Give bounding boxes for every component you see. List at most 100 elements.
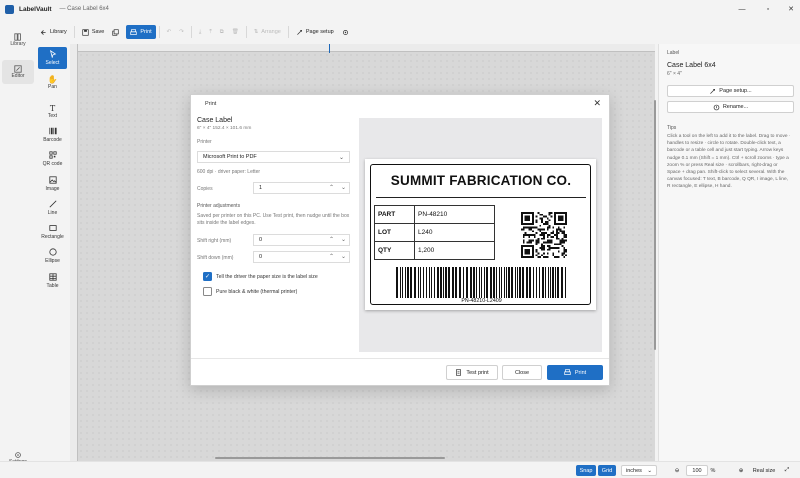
print-button[interactable]: Print (126, 25, 156, 39)
adjustments-header: Printer adjustments (197, 203, 241, 209)
grid-toggle[interactable]: Grid (598, 465, 616, 476)
redo-button[interactable]: ↷ (175, 25, 188, 39)
align-bottom-button[interactable]: ⤓ (195, 25, 205, 39)
table-cell-key: PART (374, 205, 415, 224)
align-top-button[interactable]: ⤒ (205, 25, 215, 39)
tool-ellipse[interactable]: Ellipse (38, 245, 67, 267)
cursor-icon (49, 50, 56, 58)
chevron-down-icon: ⌄ (340, 237, 346, 243)
zoom-input[interactable]: 100 (686, 465, 708, 476)
maximize-button[interactable]: ▫ (756, 0, 780, 18)
tool-qr[interactable]: QR code (38, 148, 67, 170)
shift-right-value: 0 (259, 237, 263, 243)
tool-image[interactable]: Image (38, 173, 67, 195)
tool-pan[interactable]: ✋ Pan (38, 71, 67, 93)
library-icon (14, 33, 21, 41)
shift-down-stepper[interactable]: ⌃ ⌄ (329, 253, 346, 260)
tool-table[interactable]: Table (38, 270, 67, 292)
bw-label: Pure black & white (thermal printer) (216, 289, 298, 295)
duplicate-icon: ⧉ (219, 28, 224, 35)
tool-barcode[interactable]: Barcode (38, 124, 67, 146)
tool-rectangle[interactable]: Rectangle (38, 221, 67, 243)
label-rule (376, 197, 586, 198)
chevron-down-icon: ⌄ (340, 185, 346, 191)
tool-rectangle-label: Rectangle (41, 234, 64, 240)
panel-label-size: 6" × 4" (667, 71, 682, 77)
tool-text-label: Text (47, 112, 58, 119)
table-cell-value: 1,200 (414, 241, 495, 260)
tool-palette: Select ✋ Pan T Text Barcode QR code Imag… (36, 44, 69, 478)
units-select[interactable]: inches ⌄ (621, 465, 657, 476)
driver-size-label: Tell the driver the paper size is the la… (216, 274, 318, 280)
panel-page-setup-button[interactable]: Page setup... (667, 85, 794, 97)
arrange-icon: ⇅ (253, 29, 259, 35)
bw-checkbox[interactable] (203, 287, 212, 296)
dialog-close-button[interactable]: Close (502, 365, 542, 380)
tool-select-label: Select (45, 60, 60, 66)
save-button[interactable]: Save (78, 25, 109, 39)
real-size-button[interactable]: Real size (752, 465, 776, 476)
app-name: LabelVault (19, 5, 52, 13)
table-cell-key: QTY (374, 241, 415, 260)
test-print-label: Test print (466, 369, 489, 376)
rename-icon (713, 104, 720, 110)
tool-text[interactable]: T Text (38, 100, 67, 122)
test-print-button[interactable]: Test print (446, 365, 498, 380)
copy-button[interactable] (108, 25, 126, 39)
dialog-close-label: Close (514, 369, 530, 376)
text-icon: T (49, 103, 56, 113)
delete-button[interactable]: 🗑 (228, 25, 243, 39)
chevron-down-icon: ⌄ (340, 254, 346, 260)
shift-right-stepper[interactable]: ⌃ ⌄ (329, 236, 346, 243)
line-icon (49, 200, 56, 208)
arrange-button[interactable]: ⇅ Arrange (250, 25, 285, 39)
ellipse-icon (48, 248, 57, 256)
tool-select[interactable]: Select (38, 47, 67, 69)
chevron-up-icon: ⌃ (328, 254, 334, 260)
library-button[interactable]: Library (36, 25, 71, 39)
minimize-button[interactable]: — (730, 0, 754, 18)
dialog-close-icon[interactable]: ✕ (593, 98, 601, 109)
dialog-label-dims: 6" × 4" 152.4 × 101.6 mm (197, 126, 252, 131)
settings-toolbar-button[interactable] (338, 25, 356, 39)
shift-down-value: 0 (259, 254, 263, 260)
close-window-button[interactable]: ✕ (779, 0, 800, 18)
shift-right-input[interactable]: 0 ⌃ ⌄ (253, 234, 350, 246)
panel-section-label: Label (667, 50, 680, 56)
zoom-value: 100 (692, 467, 702, 474)
chevron-down-icon: ⌄ (647, 467, 652, 474)
rail-editor[interactable]: Editor (2, 60, 34, 84)
page-setup-button[interactable]: Page setup (292, 25, 338, 39)
dialog-print-button[interactable]: Print (547, 365, 603, 380)
print-label: Print (140, 29, 152, 35)
copies-input[interactable]: 1 ⌃ ⌄ (253, 182, 350, 194)
zoom-in-button[interactable]: ⊕ (736, 465, 746, 476)
tool-ellipse-label: Ellipse (45, 258, 60, 264)
shift-down-label: Shift down (mm) (197, 255, 234, 261)
align-bottom-icon: ⤓ (198, 28, 202, 35)
snap-toggle[interactable]: Snap (576, 465, 596, 476)
dialog-divider (191, 358, 609, 359)
barcode-icon (48, 127, 57, 135)
driver-size-checkbox[interactable]: ✓ (203, 272, 212, 281)
fit-button[interactable]: ⤢ (782, 465, 792, 476)
panel-rename-button[interactable]: Rename... (667, 101, 794, 113)
rail-library[interactable]: Library (2, 28, 34, 52)
label-preview: SUMMIT FABRICATION CO. PART PN-48210 LOT… (365, 159, 596, 310)
copies-value: 1 (259, 185, 263, 191)
copies-stepper[interactable]: ⌃ ⌄ (329, 184, 346, 191)
printer-icon (564, 369, 571, 375)
dialog-title: Print (205, 101, 217, 107)
tool-qr-label: QR code (42, 161, 63, 167)
horizontal-scrollbar[interactable] (215, 457, 445, 459)
duplicate-button[interactable]: ⧉ (216, 25, 228, 39)
undo-button[interactable]: ↶ (163, 25, 176, 39)
dialog-label-name: Case Label (197, 117, 233, 124)
vertical-scrollbar[interactable] (654, 100, 656, 350)
panel-label-title: Case Label 6x4 (667, 62, 716, 69)
shift-down-input[interactable]: 0 ⌃ ⌄ (253, 251, 350, 263)
gear-icon (342, 29, 348, 35)
printer-select[interactable]: Microsoft Print to PDF ⌄ (197, 151, 350, 163)
tool-line[interactable]: Line (38, 197, 67, 219)
zoom-out-button[interactable]: ⊖ (672, 465, 682, 476)
